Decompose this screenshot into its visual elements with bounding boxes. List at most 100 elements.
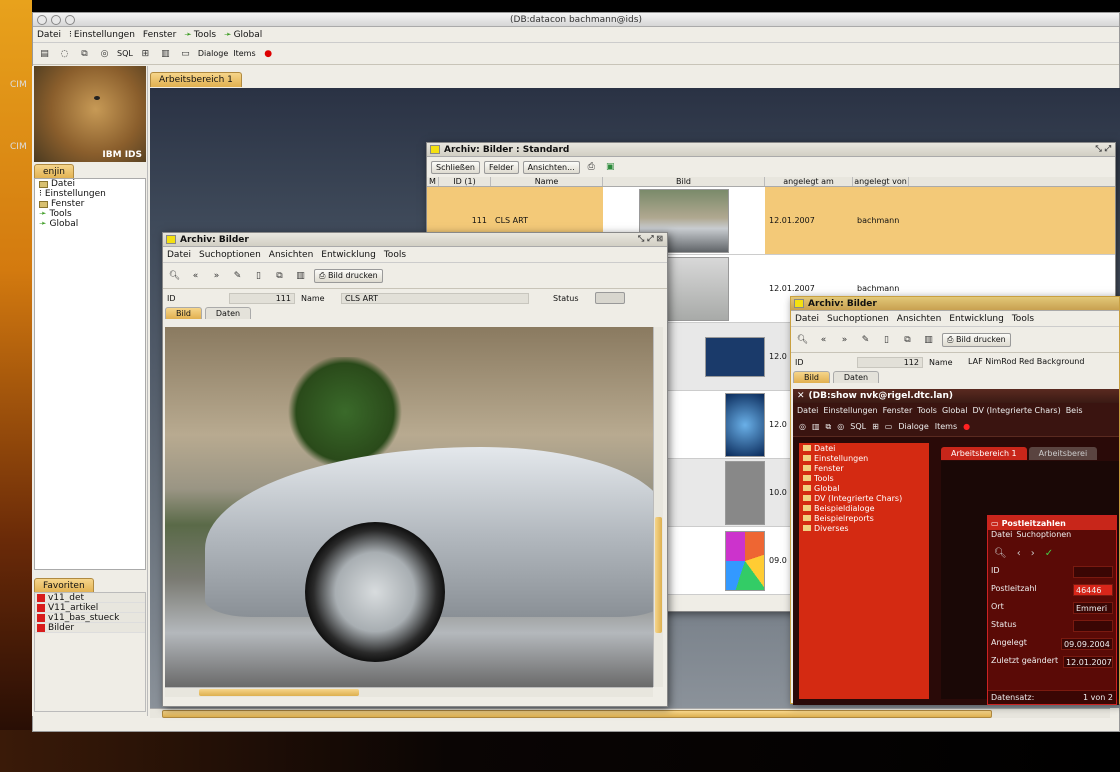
menu-datei[interactable]: Datei — [167, 250, 191, 260]
ansichten-button[interactable]: Ansichten... — [522, 160, 580, 174]
tree-item[interactable]: Beispieldialoge — [799, 503, 929, 513]
column-header[interactable]: M — [427, 177, 439, 186]
tree-item-fenster[interactable]: Fenster — [35, 199, 145, 209]
tree-item[interactable]: Fenster — [799, 463, 929, 473]
id-field[interactable]: 112 — [857, 356, 923, 368]
tree-item-tools[interactable]: ➛ Tools — [35, 209, 145, 219]
menu-tools[interactable]: ➛ Tools — [184, 30, 216, 40]
list-icon[interactable]: ▥ — [158, 46, 173, 61]
sql-button[interactable]: SQL — [117, 49, 133, 58]
next-icon[interactable]: » — [209, 268, 224, 283]
next-icon[interactable]: » — [837, 332, 852, 347]
menu-datei[interactable]: Datei — [37, 30, 61, 40]
favorite-item[interactable]: v11_det — [35, 593, 145, 603]
print-image-button[interactable]: ⎙ Bild drucken — [314, 268, 383, 283]
postleitzahl-field[interactable]: 46446 — [1073, 584, 1113, 596]
dialoge-button[interactable]: Dialoge — [198, 49, 228, 58]
menu-datei[interactable]: Datei — [795, 314, 819, 324]
tab-arbeitsbereich[interactable]: Arbeitsbereich 1 — [150, 72, 242, 87]
menu-tools[interactable]: Tools — [917, 406, 937, 415]
tab-daten[interactable]: Daten — [204, 307, 252, 319]
menu-suchoptionen[interactable]: Suchoptionen — [199, 250, 261, 260]
list-icon[interactable]: ▥ — [812, 422, 820, 431]
image-hscrollbar[interactable] — [165, 687, 653, 697]
search-icon[interactable]: 🔍︎ — [994, 548, 1007, 559]
image-vscrollbar[interactable] — [653, 327, 663, 687]
tab-bild[interactable]: Bild — [793, 371, 831, 383]
previous-icon[interactable]: « — [816, 332, 831, 347]
column-header[interactable]: angelegt am — [765, 177, 853, 186]
search-icon[interactable]: 🔍︎ — [795, 332, 810, 347]
items-button[interactable]: Items — [935, 422, 957, 431]
name-field[interactable]: CLS ART — [341, 292, 529, 304]
menu-global[interactable]: Global — [942, 406, 968, 415]
nested-tab[interactable]: Arbeitsberei — [1028, 447, 1098, 460]
tab-enjin[interactable]: enjin — [34, 164, 74, 179]
resize-icon[interactable]: ⤡ ⤢ — [1095, 144, 1111, 154]
menu-entwicklung[interactable]: Entwicklung — [949, 314, 1004, 324]
zoom-icon[interactable] — [65, 15, 75, 25]
menu-datei[interactable]: Datei — [991, 530, 1012, 542]
column-header[interactable]: Name — [491, 177, 603, 186]
tree-item[interactable]: Global — [799, 483, 929, 493]
menu-beispiel[interactable]: Beis — [1066, 406, 1083, 415]
menu-tools[interactable]: Tools — [1012, 314, 1034, 324]
window-icon[interactable]: ▭ — [885, 422, 893, 431]
copy-icon[interactable]: ⧉ — [272, 268, 287, 283]
tree-item[interactable]: Beispielreports — [799, 513, 929, 523]
menu-einstellungen[interactable]: ⁝ Einstellungen — [69, 30, 135, 40]
edit-icon[interactable]: ✎ — [858, 332, 873, 347]
tree-item[interactable]: Diverses — [799, 523, 929, 533]
chat-icon[interactable]: ◌ — [57, 46, 72, 61]
menu-datei[interactable]: Datei — [797, 406, 818, 415]
schliessen-button[interactable]: Schließen — [431, 160, 480, 174]
menu-ansichten[interactable]: Ansichten — [897, 314, 941, 324]
ort-field[interactable]: Emmeri — [1073, 602, 1113, 614]
tree-item[interactable]: Tools — [799, 473, 929, 483]
menu-fenster[interactable]: Fenster — [883, 406, 913, 415]
target-icon[interactable]: ◎ — [799, 422, 806, 431]
tab-bild[interactable]: Bild — [165, 307, 203, 319]
check-icon[interactable]: ✓ — [1045, 548, 1053, 559]
column-header[interactable]: Bild — [603, 177, 765, 186]
tree-item[interactable]: DV (Integrierte Chars) — [799, 493, 929, 503]
trash-icon[interactable]: ▥ — [921, 332, 936, 347]
tree-item[interactable]: Datei — [799, 443, 929, 453]
menu-suchoptionen[interactable]: Suchoptionen — [827, 314, 889, 324]
database-icon[interactable]: ▤ — [37, 46, 52, 61]
geaendert-field[interactable]: 12.01.2007 — [1063, 656, 1113, 668]
column-header[interactable]: angelegt von — [853, 177, 909, 186]
menu-ansichten[interactable]: Ansichten — [269, 250, 313, 260]
menu-einstellungen[interactable]: Einstellungen — [823, 406, 877, 415]
nested-tab[interactable]: Arbeitsbereich 1 — [941, 447, 1027, 460]
tab-daten[interactable]: Daten — [832, 371, 880, 383]
previous-icon[interactable]: « — [188, 268, 203, 283]
copy-icon[interactable]: ⧉ — [826, 422, 832, 432]
resize-icon[interactable]: ⤡ ⤢ ⊠ — [638, 234, 663, 244]
favorite-item[interactable]: v11_bas_stueck — [35, 613, 145, 623]
id-field[interactable]: 111 — [229, 292, 295, 304]
menu-global[interactable]: ➛ Global — [224, 30, 262, 40]
window-icon[interactable]: ▭ — [178, 46, 193, 61]
trash-icon[interactable]: ▥ — [293, 268, 308, 283]
status-field[interactable] — [1073, 620, 1113, 632]
copy-icon[interactable]: ⧉ — [77, 46, 92, 61]
new-document-icon[interactable]: ▯ — [879, 332, 894, 347]
angelegt-field[interactable]: 09.09.2004 — [1061, 638, 1113, 650]
column-header[interactable]: ID (1) — [439, 177, 491, 186]
dialoge-button[interactable]: Dialoge — [898, 422, 928, 431]
close-icon[interactable]: ✕ — [797, 391, 805, 401]
tree-item-datei[interactable]: Datei — [35, 179, 145, 189]
print-image-button[interactable]: ⎙ Bild drucken — [942, 332, 1011, 347]
status-toggle[interactable] — [594, 292, 625, 304]
menu-dv[interactable]: DV (Integrierte Chars) — [973, 406, 1061, 415]
menu-suchoptionen[interactable]: Suchoptionen — [1016, 530, 1071, 542]
tree-icon[interactable]: ⊞ — [138, 46, 153, 61]
tree-item-einstellungen[interactable]: ⁝ Einstellungen — [35, 189, 145, 199]
workspace-scrollbar[interactable] — [150, 708, 1110, 718]
tab-favoriten[interactable]: Favoriten — [34, 578, 94, 593]
edit-icon[interactable]: ✎ — [230, 268, 245, 283]
menu-entwicklung[interactable]: Entwicklung — [321, 250, 376, 260]
search-icon[interactable]: 🔍︎ — [167, 268, 182, 283]
favorite-item[interactable]: V11_artikel — [35, 603, 145, 613]
